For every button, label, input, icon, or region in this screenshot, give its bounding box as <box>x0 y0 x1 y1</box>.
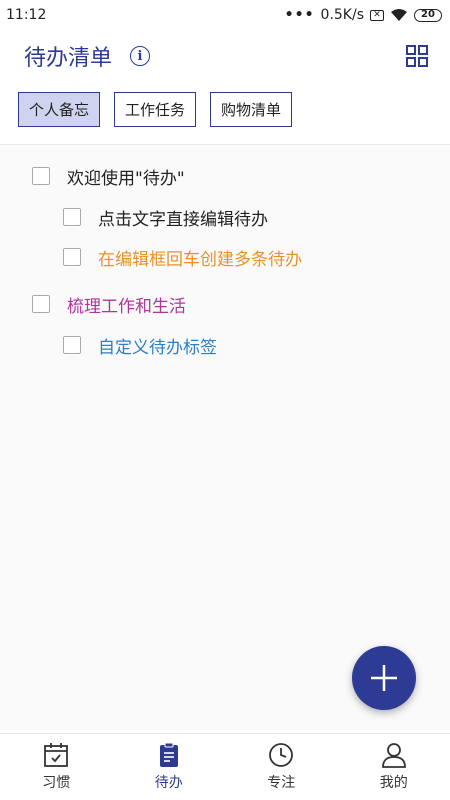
todo-list: 欢迎使用"待办" 点击文字直接编辑待办 在编辑框回车创建多条待办 梳理工作和生活… <box>0 145 450 731</box>
nav-habits[interactable]: 习惯 <box>0 734 113 800</box>
todo-text[interactable]: 在编辑框回车创建多条待办 <box>98 245 302 270</box>
tag-tabs: 个人备忘 工作任务 购物清单 <box>0 82 450 144</box>
add-todo-button[interactable] <box>352 646 416 710</box>
sim-error-icon: ✕ <box>370 9 384 21</box>
status-bar: 11:12 ••• 0.5K/s ✕ 20 <box>0 0 450 30</box>
todo-text[interactable]: 欢迎使用"待办" <box>67 164 185 189</box>
clipboard-icon <box>159 742 178 767</box>
clock-icon <box>269 743 294 767</box>
battery-icon: 20 <box>414 8 442 22</box>
tab-shopping-list[interactable]: 购物清单 <box>210 92 293 127</box>
nav-todo[interactable]: 待办 <box>113 734 226 800</box>
todo-text[interactable]: 点击文字直接编辑待办 <box>98 205 268 230</box>
status-indicators: ••• 0.5K/s ✕ 20 <box>285 7 442 23</box>
tab-personal-memo[interactable]: 个人备忘 <box>18 92 101 127</box>
bottom-nav: 习惯 待办 专注 我的 <box>0 733 450 800</box>
todo-checkbox[interactable] <box>63 208 81 226</box>
nav-label: 习惯 <box>42 775 71 791</box>
nav-label: 专注 <box>267 775 296 791</box>
todo-checkbox[interactable] <box>32 167 50 185</box>
nav-label: 待办 <box>154 775 183 791</box>
todo-item[interactable]: 点击文字直接编辑待办 <box>0 197 450 237</box>
todo-item[interactable]: 自定义待办标签 <box>0 325 450 365</box>
todo-checkbox[interactable] <box>32 295 50 313</box>
status-time: 11:12 <box>6 7 47 23</box>
grid-icon[interactable] <box>406 45 428 67</box>
plus-icon <box>371 665 397 691</box>
calendar-check-icon <box>44 743 69 767</box>
todo-text[interactable]: 梳理工作和生活 <box>67 292 186 317</box>
tab-work-tasks[interactable]: 工作任务 <box>114 92 197 127</box>
todo-item[interactable]: 欢迎使用"待办" <box>0 155 450 197</box>
wifi-icon <box>391 9 407 21</box>
user-icon <box>381 743 406 768</box>
todo-item[interactable]: 在编辑框回车创建多条待办 <box>0 237 450 277</box>
nav-me[interactable]: 我的 <box>338 734 450 800</box>
more-dots-icon: ••• <box>284 7 315 23</box>
nav-label: 我的 <box>379 775 408 791</box>
nav-focus[interactable]: 专注 <box>225 734 338 800</box>
network-speed: 0.5K/s <box>320 7 364 23</box>
todo-item[interactable]: 梳理工作和生活 <box>0 283 450 325</box>
todo-text[interactable]: 自定义待办标签 <box>98 333 217 358</box>
page-title: 待办清单 <box>24 46 113 71</box>
app-header: 待办清单 i <box>0 30 450 82</box>
info-icon[interactable]: i <box>130 46 151 66</box>
todo-checkbox[interactable] <box>63 336 81 354</box>
todo-checkbox[interactable] <box>63 248 81 266</box>
